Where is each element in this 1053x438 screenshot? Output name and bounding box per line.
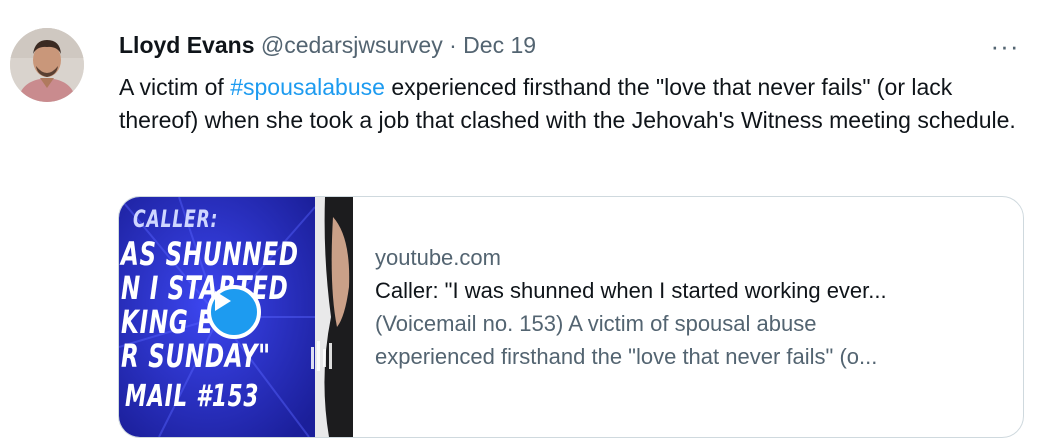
- author-name[interactable]: Lloyd Evans: [119, 32, 254, 58]
- thumbnail-text: MAIL #153: [125, 379, 260, 414]
- card-description-line: experienced firsthand the "love that nev…: [375, 344, 878, 369]
- avatar[interactable]: [10, 28, 84, 102]
- hashtag-link[interactable]: #spousalabuse: [230, 74, 385, 100]
- tweet-header: Lloyd Evans @cedarsjwsurvey · Dec 19: [119, 32, 536, 59]
- thumbnail-text: N I STARTED: [121, 269, 289, 307]
- tweet[interactable]: Lloyd Evans @cedarsjwsurvey · Dec 19 ···…: [0, 0, 1053, 438]
- avatar-image: [10, 28, 84, 102]
- card-description-line: (Voicemail no. 153) A victim of spousal …: [375, 311, 817, 336]
- link-card[interactable]: CALLER: AS SHUNNED N I STARTED KING EV R…: [118, 196, 1024, 438]
- tweet-text-before: A victim of: [119, 74, 231, 100]
- card-info: youtube.com Caller: "I was shunned when …: [375, 241, 1015, 373]
- author-handle[interactable]: @cedarsjwsurvey: [261, 32, 443, 58]
- thumbnail-text: R SUNDAY": [121, 337, 271, 375]
- card-domain: youtube.com: [375, 245, 501, 270]
- tweet-text: A victim of #spousalabuse experienced fi…: [119, 71, 1019, 137]
- video-thumbnail[interactable]: CALLER: AS SHUNNED N I STARTED KING EV R…: [119, 197, 353, 437]
- card-title[interactable]: Caller: "I was shunned when I started wo…: [375, 274, 1015, 307]
- more-options-icon[interactable]: ···: [988, 33, 1022, 59]
- play-icon[interactable]: [207, 285, 261, 339]
- separator: ·: [449, 32, 457, 58]
- play-triangle: [215, 291, 231, 311]
- thumbnail-text: CALLER:: [133, 205, 219, 233]
- card-description: (Voicemail no. 153) A victim of spousal …: [375, 307, 1015, 373]
- thumbnail-text: AS SHUNNED: [121, 235, 299, 273]
- tweet-date[interactable]: Dec 19: [463, 32, 536, 58]
